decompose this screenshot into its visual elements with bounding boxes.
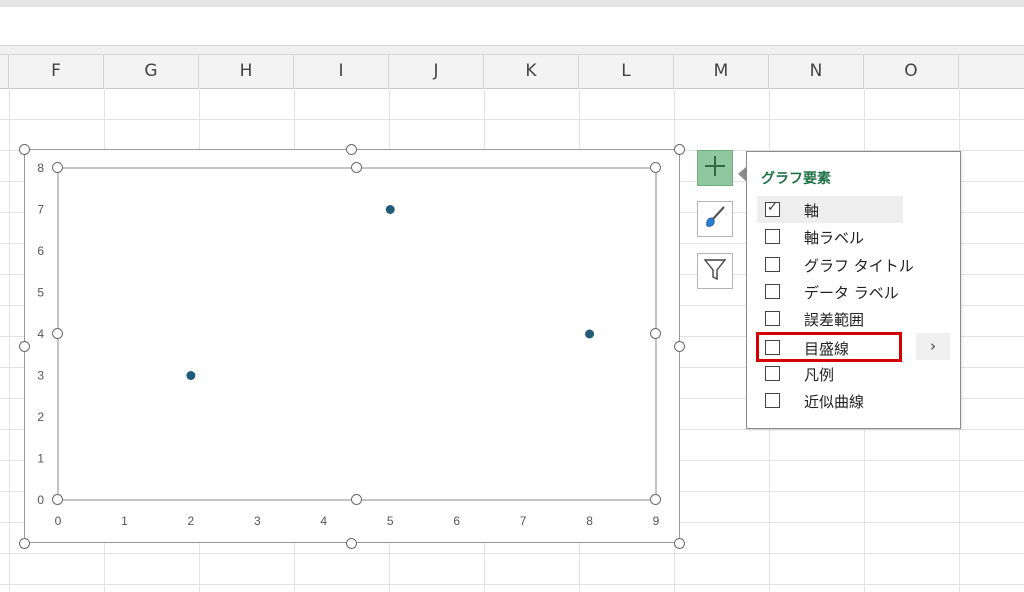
column-header-j[interactable]: J [389,55,484,88]
chart-filters-button[interactable] [697,253,733,289]
checkbox-legend[interactable] [765,366,780,381]
column-header-k[interactable]: K [484,55,579,88]
chart-resize-handle-top-left[interactable] [19,144,30,155]
column-header-h[interactable]: H [199,55,294,88]
column-header-o[interactable]: O [864,55,959,88]
chart-element-label: 凡例 [804,366,835,384]
y-tick-label: 3 [37,369,44,383]
plot-area-handle-left[interactable] [52,328,63,339]
checkbox-data-labels[interactable] [765,284,780,299]
checkbox-trendline[interactable] [765,393,780,408]
x-tick-label: 5 [387,514,394,528]
chart-element-chart-title[interactable]: グラフ タイトル [757,251,914,278]
funnel-icon [702,256,728,286]
checkbox-axis-titles[interactable] [765,229,780,244]
chart-elements-button[interactable] [697,150,733,186]
chart-element-axis-titles[interactable]: 軸ラベル [757,223,903,250]
x-tick-label: 2 [188,514,195,528]
popup-title: グラフ要素 [761,171,831,187]
plot-area-handle-bottom-left[interactable] [52,494,63,505]
chart-element-error-bars[interactable]: 誤差範囲 [757,305,903,332]
chart-element-legend[interactable]: 凡例 [757,360,903,387]
column-header-l[interactable]: L [579,55,674,88]
checkbox-chart-title[interactable] [765,257,780,272]
plus-icon [702,153,728,183]
chart-resize-handle-top-right[interactable] [674,144,685,155]
chart-element-trendline[interactable]: 近似曲線 [757,387,903,414]
x-tick-label: 3 [254,514,261,528]
x-tick-label: 0 [55,514,62,528]
chart-element-label: グラフ タイトル [804,257,914,275]
chart-element-label: データ ラベル [804,284,899,302]
plot-area-handle-right[interactable] [650,328,661,339]
plot-area-handle-top[interactable] [351,162,362,173]
chart-plot-svg: 0 1 2 3 4 5 6 7 8 0 1 2 3 4 5 6 7 8 9 [37,161,660,528]
checkbox-error-bars[interactable] [765,311,780,326]
x-tick-label: 4 [320,514,327,528]
y-tick-label: 0 [37,493,44,507]
y-tick-label: 5 [37,286,44,300]
checkbox-gridlines[interactable] [765,340,780,355]
chart-resize-handle-left[interactable] [19,341,30,352]
chart-resize-handle-right[interactable] [674,341,685,352]
chart-resize-handle-bottom-left[interactable] [19,538,30,549]
plot-area-handle-top-left[interactable] [52,162,63,173]
checkbox-axes[interactable]: ✓ [765,200,780,217]
gridlines-submenu-arrow-icon[interactable]: › [916,333,950,360]
x-tick-label: 8 [586,514,593,528]
chart-styles-button[interactable] [697,201,733,237]
x-tick-label: 9 [653,514,660,528]
chart-element-label: 軸 [804,202,820,220]
chart-resize-handle-bottom[interactable] [346,538,357,549]
y-tick-label: 7 [37,203,44,217]
chart-elements-popup: グラフ要素 ✓ 軸 軸ラベル グラフ タイトル データ ラベル 誤差範囲 目盛線… [746,151,961,429]
checkmark-icon: ✓ [767,200,778,215]
plot-area-handle-bottom-right[interactable] [650,494,661,505]
y-tick-label: 8 [37,161,44,175]
column-header-n[interactable]: N [769,55,864,88]
plot-area-handle-bottom[interactable] [351,494,362,505]
paintbrush-icon [702,204,728,234]
chart-resize-handle-top[interactable] [346,144,357,155]
data-point[interactable] [585,329,595,339]
chart-resize-handle-bottom-right[interactable] [674,538,685,549]
column-header-e[interactable]: E [0,55,9,88]
ribbon-gap [0,46,1024,54]
chart-element-label: 誤差範囲 [804,311,865,329]
column-header-i[interactable]: I [294,55,389,88]
column-header-row: E F G H I J K L M N O [0,54,1024,89]
chart-element-label: 軸ラベル [804,229,865,247]
formula-bar-area[interactable] [0,7,1024,46]
chart-element-data-labels[interactable]: データ ラベル [757,278,903,305]
column-header-g[interactable]: G [104,55,199,88]
data-point[interactable] [385,205,395,214]
scatter-chart[interactable]: 0 1 2 3 4 5 6 7 8 0 1 2 3 4 5 6 7 8 9 [24,149,680,543]
chart-element-gridlines[interactable]: 目盛線 [756,332,902,362]
x-tick-label: 7 [520,514,527,528]
plot-area-handle-top-right[interactable] [650,162,661,173]
chart-element-axes[interactable]: ✓ 軸 [757,196,903,223]
chart-element-label: 目盛線 [804,340,850,358]
title-bar-strip [0,0,1024,7]
plot-area[interactable] [57,167,657,501]
column-header-f[interactable]: F [9,55,104,88]
x-tick-label: 1 [121,514,128,528]
data-point[interactable] [186,371,196,380]
y-tick-label: 2 [37,410,44,424]
y-tick-label: 6 [37,244,44,258]
column-header-m[interactable]: M [674,55,769,88]
chart-element-label: 近似曲線 [804,393,865,411]
x-tick-label: 6 [453,514,460,528]
y-tick-label: 4 [37,327,44,341]
y-tick-label: 1 [37,452,44,466]
